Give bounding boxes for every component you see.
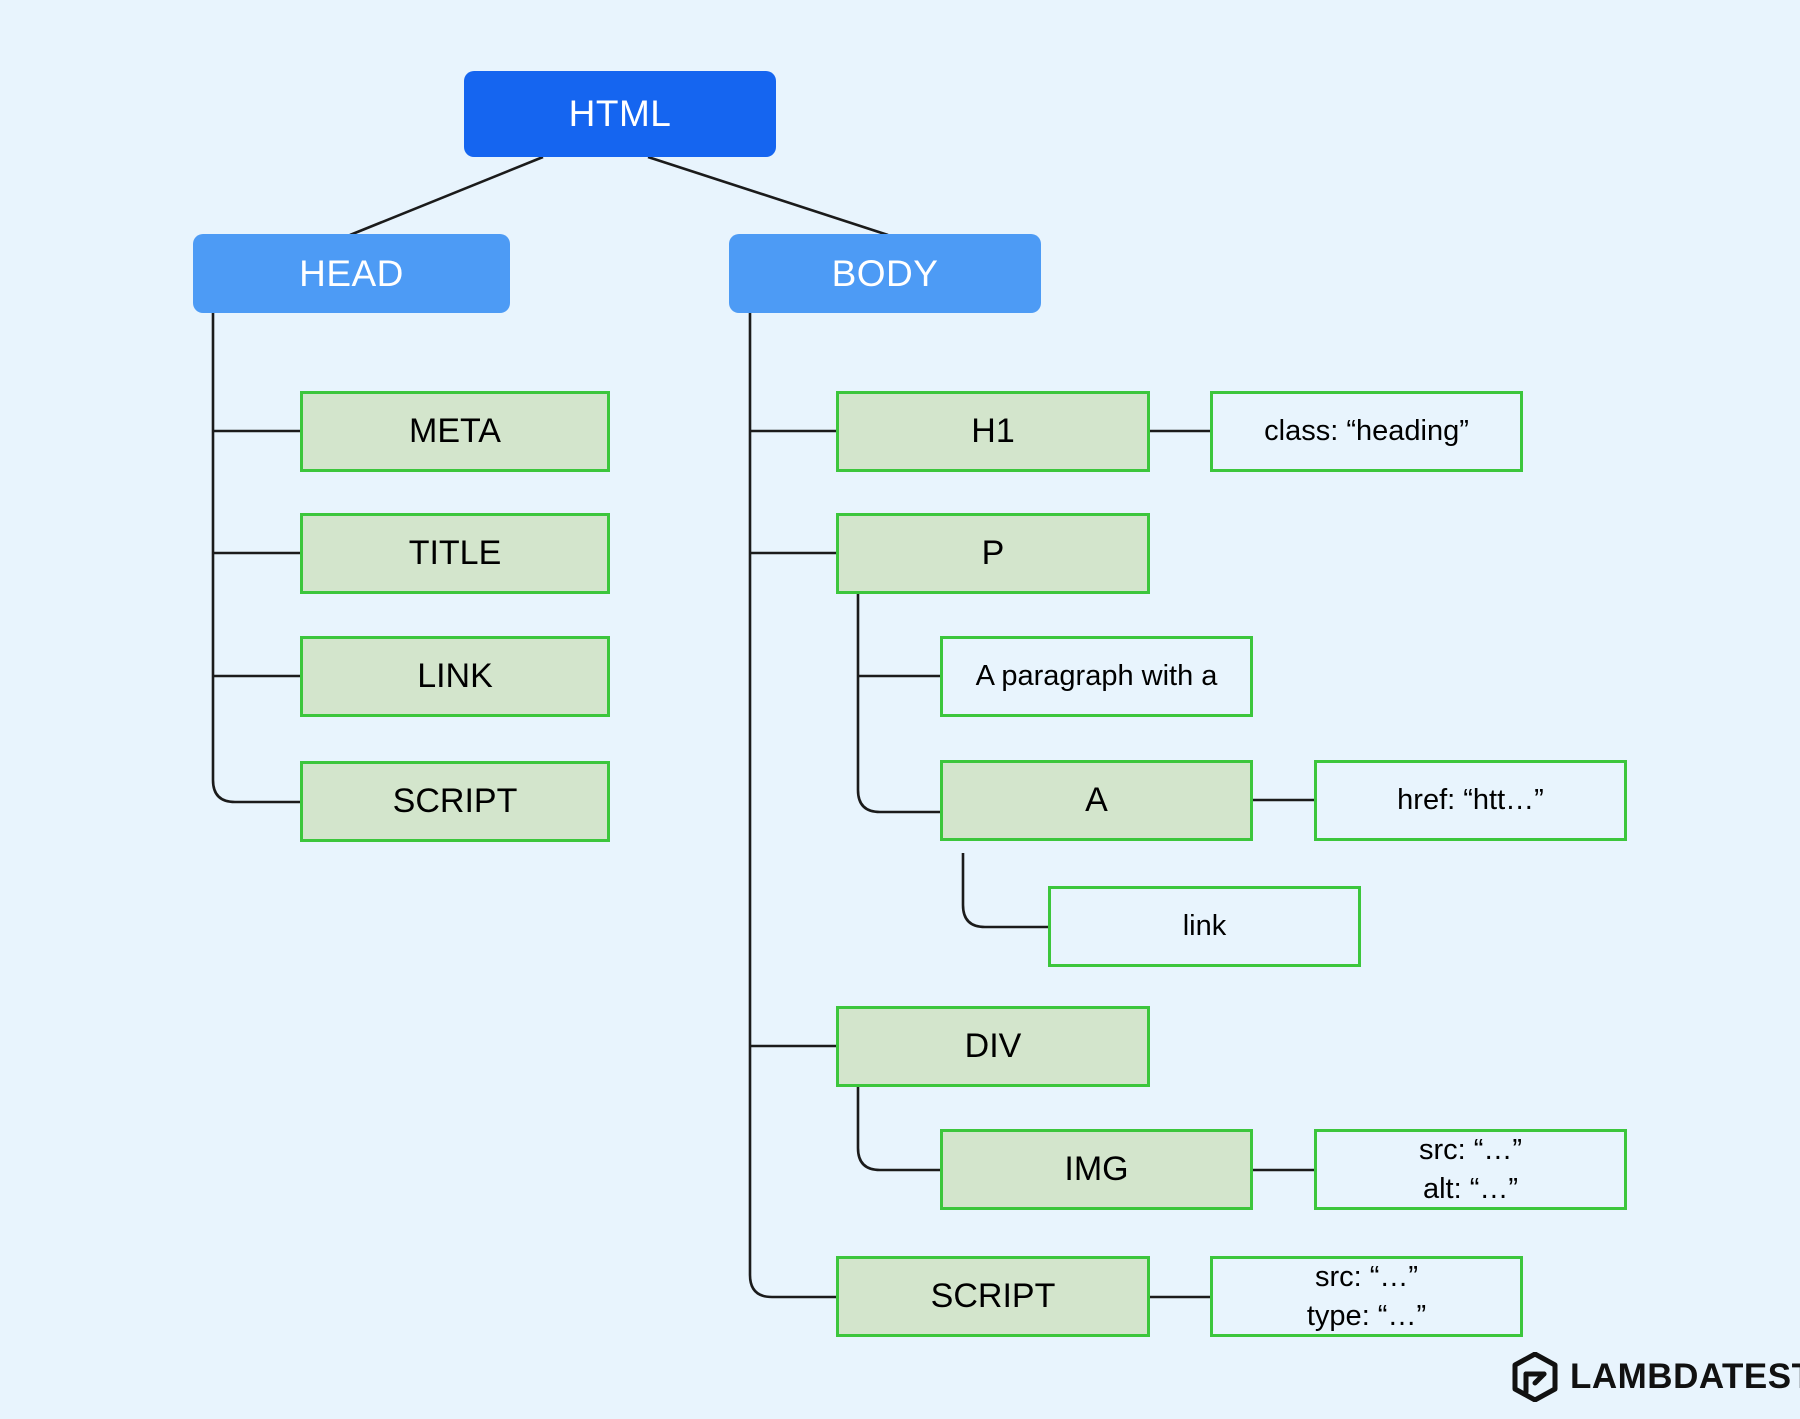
attribute-img-src-alt[interactable]: src: “…” alt: “…” (1314, 1129, 1627, 1210)
node-title-label: TITLE (408, 534, 502, 573)
dom-tree-diagram: HTML HEAD BODY META TITLE LINK SCRIPT H1… (0, 0, 1800, 1419)
lambdatest-hexagon-arrow-icon (1512, 1352, 1558, 1402)
node-link-label: LINK (417, 657, 493, 696)
attribute-img-src-alt-label: src: “…” alt: “…” (1418, 1134, 1523, 1205)
text-node-link[interactable]: link (1048, 886, 1361, 967)
attribute-a-href-label: href: “htt…” (1397, 784, 1544, 817)
node-div-label: DIV (964, 1027, 1022, 1066)
lambdatest-logo: LAMBDATEST (1512, 1352, 1800, 1402)
node-p-label: P (981, 534, 1005, 573)
node-h1[interactable]: H1 (836, 391, 1150, 472)
node-a[interactable]: A (940, 760, 1253, 841)
node-body-script-label: SCRIPT (930, 1277, 1056, 1316)
node-meta[interactable]: META (300, 391, 610, 472)
text-node-paragraph-label: A paragraph with a (975, 660, 1218, 693)
node-img-label: IMG (1064, 1150, 1129, 1189)
node-p[interactable]: P (836, 513, 1150, 594)
attribute-h1-class[interactable]: class: “heading” (1210, 391, 1523, 472)
node-body-script[interactable]: SCRIPT (836, 1256, 1150, 1337)
node-head[interactable]: HEAD (193, 234, 510, 313)
node-head-script-label: SCRIPT (392, 782, 518, 821)
attribute-script-src-type[interactable]: src: “…” type: “…” (1210, 1256, 1523, 1337)
node-title[interactable]: TITLE (300, 513, 610, 594)
text-node-link-label: link (1182, 910, 1227, 943)
node-head-label: HEAD (299, 252, 404, 294)
node-html-label: HTML (568, 93, 672, 135)
node-body[interactable]: BODY (729, 234, 1041, 313)
node-link[interactable]: LINK (300, 636, 610, 717)
node-a-label: A (1085, 781, 1108, 820)
attribute-h1-class-label: class: “heading” (1264, 415, 1469, 448)
node-html[interactable]: HTML (464, 71, 776, 157)
lambdatest-wordmark: LAMBDATEST (1570, 1357, 1800, 1396)
text-node-paragraph[interactable]: A paragraph with a (940, 636, 1253, 717)
node-h1-label: H1 (971, 412, 1015, 451)
node-img[interactable]: IMG (940, 1129, 1253, 1210)
node-head-script[interactable]: SCRIPT (300, 761, 610, 842)
node-body-label: BODY (831, 252, 939, 294)
node-div[interactable]: DIV (836, 1006, 1150, 1087)
attribute-script-src-type-label: src: “…” type: “…” (1306, 1261, 1427, 1332)
attribute-a-href[interactable]: href: “htt…” (1314, 760, 1627, 841)
node-meta-label: META (409, 412, 501, 451)
